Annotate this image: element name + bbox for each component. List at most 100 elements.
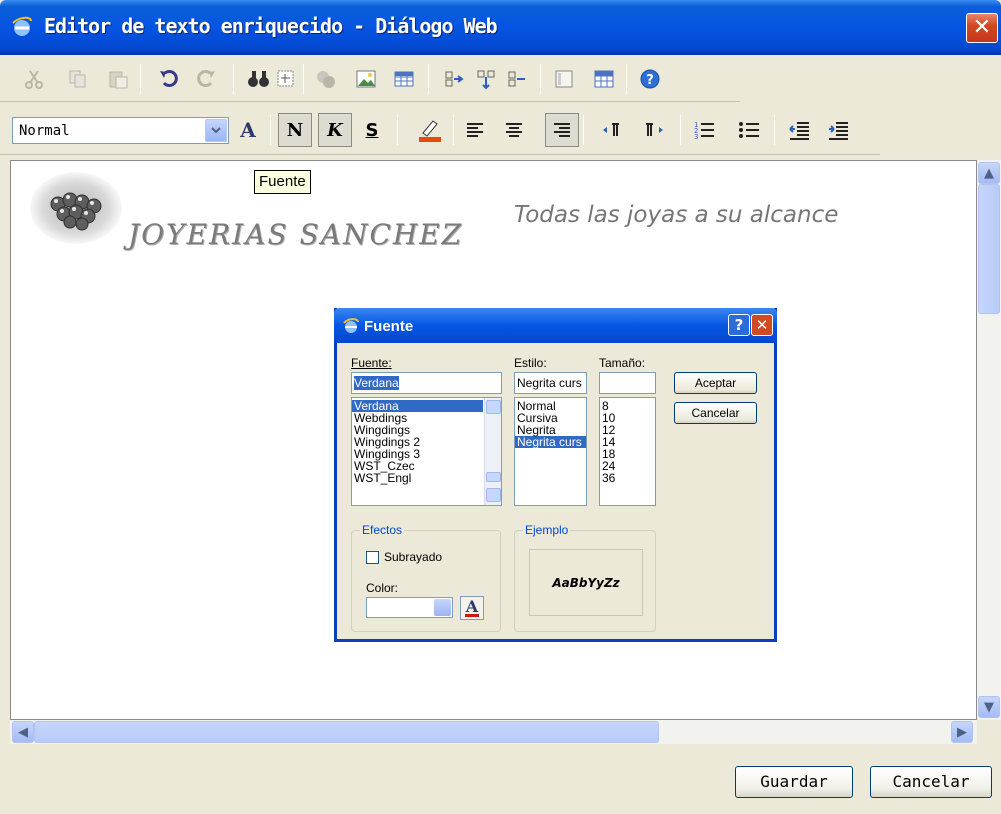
paragraph-style-value: Normal <box>19 123 70 139</box>
rtl-icon[interactable] <box>640 116 668 144</box>
sample-preview: AaBbYyZz <box>529 549 643 616</box>
toolbar-separator <box>453 115 454 145</box>
scroll-up-icon[interactable]: ▲ <box>978 162 1000 184</box>
bullet-list-icon[interactable] <box>735 116 763 144</box>
table-icon[interactable] <box>390 65 418 93</box>
toolbar-separator <box>303 64 304 94</box>
align-left-icon[interactable] <box>461 116 489 144</box>
size-input[interactable] <box>599 372 656 394</box>
scroll-down-icon[interactable]: ▼ <box>978 696 1000 718</box>
scroll-left-icon[interactable]: ◀ <box>12 721 34 743</box>
toolbar-separator <box>140 64 141 94</box>
font-option[interactable]: WST_Engl <box>352 472 501 484</box>
svg-text:3: 3 <box>694 133 698 141</box>
bold-button[interactable]: N <box>278 113 312 147</box>
size-list[interactable]: 8 10 12 14 18 24 36 <box>599 397 656 506</box>
insert-cell-icon[interactable] <box>502 65 530 93</box>
title-bar: Editor de texto enriquecido - Diálogo We… <box>0 0 1001 55</box>
tooltip: Fuente <box>254 170 311 194</box>
ie-icon <box>343 318 359 333</box>
chevron-down-icon[interactable] <box>205 119 227 142</box>
sample-label: Ejemplo <box>523 523 571 537</box>
tagline-text: Todas las joyas a su alcance <box>514 202 839 228</box>
cancel-button[interactable]: Cancelar <box>674 402 757 424</box>
toolbar-separator <box>540 64 541 94</box>
color-select[interactable] <box>366 597 453 618</box>
jewelry-logo-image <box>30 172 122 244</box>
outdent-icon[interactable] <box>785 116 813 144</box>
chevron-down-icon[interactable] <box>434 599 451 616</box>
effects-label: Efectos <box>360 523 405 537</box>
scroll-right-icon[interactable]: ▶ <box>951 721 973 743</box>
window-title: Editor de texto enriquecido - Diálogo We… <box>44 14 498 38</box>
toolbar-separator <box>397 115 398 145</box>
toolbar-separator <box>680 115 681 145</box>
toolbar-separator <box>583 115 584 145</box>
style-label: Estilo: <box>514 356 547 370</box>
font-input[interactable]: Verdana <box>351 372 502 394</box>
close-window-button[interactable]: ✕ <box>966 13 998 43</box>
link-icon[interactable] <box>312 65 340 93</box>
cut-icon[interactable] <box>20 65 48 93</box>
numbered-list-icon[interactable]: 123 <box>690 116 718 144</box>
underline-checkbox[interactable] <box>366 551 379 564</box>
toolbar-separator <box>270 115 271 145</box>
table-properties-icon[interactable] <box>590 65 618 93</box>
style-option[interactable]: Negrita curs <box>515 436 586 448</box>
insert-column-icon[interactable] <box>439 65 467 93</box>
cell-properties-icon[interactable] <box>550 65 578 93</box>
font-list[interactable]: Verdana Webdings Wingdings Wingdings 2 W… <box>351 397 502 506</box>
ltr-icon[interactable] <box>598 116 626 144</box>
strikethrough-button[interactable]: S <box>355 113 389 147</box>
highlight-color-icon[interactable] <box>416 116 444 144</box>
chevron-down-icon[interactable] <box>486 488 501 502</box>
horizontal-scroll-thumb[interactable] <box>34 721 659 743</box>
indent-icon[interactable] <box>824 116 852 144</box>
close-dialog-button[interactable]: ✕ <box>751 314 773 336</box>
italic-button[interactable]: K <box>318 113 352 147</box>
undo-icon[interactable] <box>155 65 183 93</box>
vertical-scroll-thumb[interactable] <box>978 184 1000 314</box>
font-input-value: Verdana <box>354 376 399 390</box>
size-label: Tamaño: <box>599 356 646 370</box>
align-center-icon[interactable] <box>500 116 528 144</box>
insert-row-icon[interactable] <box>472 65 500 93</box>
vertical-scrollbar[interactable]: ▲ ▼ <box>977 160 1001 720</box>
color-label: Color: <box>366 581 399 595</box>
paste-icon[interactable] <box>104 65 132 93</box>
accept-button[interactable]: Aceptar <box>674 372 757 394</box>
align-right-icon <box>554 123 570 137</box>
find-icon[interactable] <box>245 65 273 93</box>
svg-text:?: ? <box>646 73 654 88</box>
image-icon[interactable] <box>352 65 380 93</box>
font-list-scroll-thumb[interactable] <box>486 472 501 482</box>
font-color-icon[interactable]: A <box>460 596 484 620</box>
size-option[interactable]: 36 <box>600 472 655 484</box>
font-label: Fuente: <box>351 356 392 370</box>
select-all-icon[interactable] <box>272 65 300 93</box>
font-dialog-title: Fuente <box>364 318 414 335</box>
toolbar-separator <box>774 115 775 145</box>
dialog-window: Editor de texto enriquecido - Diálogo We… <box>0 0 1001 814</box>
toolbar-row-1: ? <box>0 55 740 102</box>
brand-text: JOYERIAS SANCHEZ <box>128 218 464 251</box>
copy-icon[interactable] <box>64 65 92 93</box>
toolbar-separator <box>428 64 429 94</box>
toolbar-separator <box>626 64 627 94</box>
horizontal-scrollbar[interactable]: ◀ ▶ <box>10 720 977 744</box>
toolbar-separator <box>233 64 234 94</box>
help-button[interactable]: ? <box>728 314 750 336</box>
font-list-scrollbar[interactable] <box>484 398 501 505</box>
redo-icon[interactable] <box>192 65 220 93</box>
cancel-main-button[interactable]: Cancelar <box>870 766 992 798</box>
save-button[interactable]: Guardar <box>735 766 853 798</box>
style-input[interactable]: Negrita curs <box>514 372 587 394</box>
paragraph-style-select[interactable]: Normal <box>12 117 229 144</box>
chevron-up-icon[interactable] <box>486 400 501 414</box>
ie-icon <box>12 16 32 36</box>
style-list[interactable]: Normal Cursiva Negrita Negrita curs <box>514 397 587 506</box>
font-button[interactable]: A <box>231 113 265 147</box>
help-icon[interactable]: ? <box>636 65 664 93</box>
align-right-button[interactable] <box>545 113 579 147</box>
font-dialog-title-bar: Fuente ? ✕ <box>334 308 777 343</box>
